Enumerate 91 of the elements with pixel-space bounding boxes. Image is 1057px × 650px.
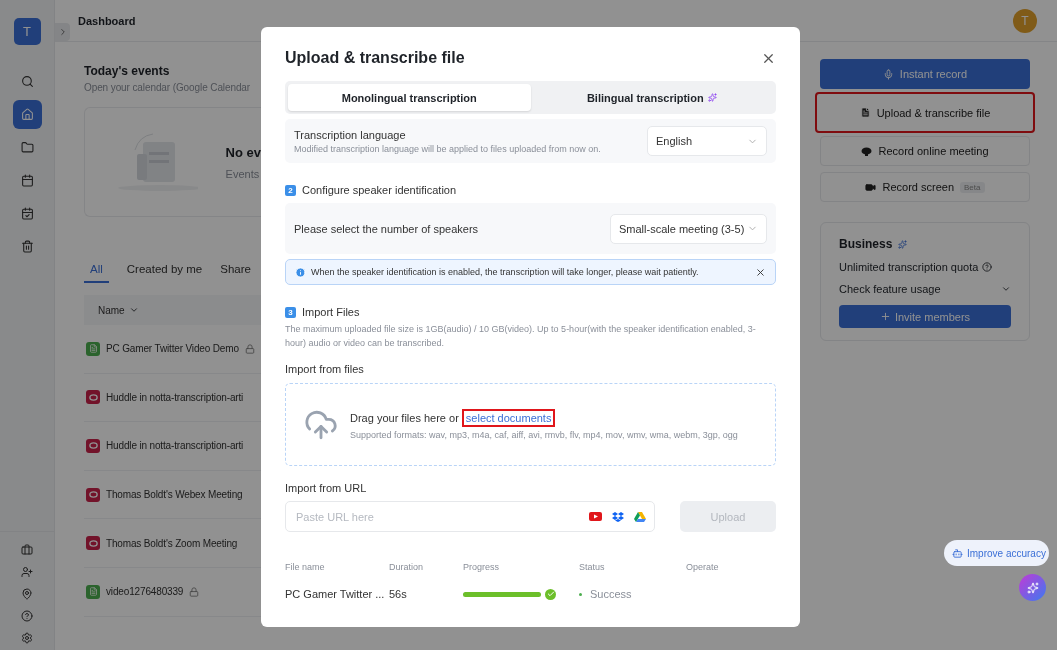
action-button[interactable]: Instant record [820,59,1030,89]
field-label: Import from URL [285,482,368,494]
select-documents-link[interactable]: select documents [461,409,556,427]
dialog-title: Upload & transcribe file [285,49,465,67]
empty-title: No ev [225,144,261,160]
drop-zone[interactable]: Drag your files here or select documents Supported formats: wav, mp3, m4a, caf, aiff, avi, rmvb, flv, mp4, mov, wmv, wma, webm, 3gp, ogg [285,383,776,466]
step-description: The maximum uploaded file size is 1GB(audio) / 10 GB(video). Up to 5-hour(with the speaker identification enabled, 3-hour) audio or video can be transcribed. [285,323,757,350]
column-header[interactable]: Name [98,304,125,316]
section-subtitle: Open your calendar (Google Calendar [84,82,252,93]
camera-icon [865,181,877,193]
filter-tab[interactable]: All [84,263,109,283]
sparkle-icon [1026,581,1039,594]
microphone-icon [882,68,894,80]
workspace-avatar[interactable]: T [13,18,41,45]
step-number: 3 [285,306,296,318]
info-icon [295,266,306,278]
close-icon[interactable] [755,266,766,278]
field-label: Transcription language [294,128,407,141]
mode-tab[interactable]: Monolingual transcription [288,84,531,111]
empty-text: Events [225,167,261,180]
column-header: Operate [686,562,720,572]
table-cell-text: 56s [389,588,408,600]
column-header: Duration [389,562,425,572]
filter-tab[interactable]: Created by me [126,263,203,283]
assistant-button[interactable] [1019,574,1046,601]
video-play-icon [589,512,602,521]
usage-link[interactable]: Check feature usage [839,283,941,295]
url-field[interactable]: Paste URL here [294,509,579,524]
meeting-icon [86,536,100,551]
column-header: File name [285,562,326,572]
search-icon [20,75,34,88]
meeting-icon [86,439,100,453]
filter-tab[interactable]: Share [220,263,251,283]
document-icon [86,341,100,356]
sidebar-item[interactable] [12,100,42,129]
action-button[interactable]: Upload & transcribe file [815,92,1035,133]
help-icon[interactable] [21,610,33,622]
document-icon [859,107,871,118]
column-header: Status [579,562,606,572]
mode-tab[interactable]: Bilingual transcription [530,84,773,111]
invite-button[interactable]: Invite members [839,305,1011,328]
calendar-icon [20,174,34,187]
plan-title: Business [839,237,893,251]
folder-icon [20,141,34,154]
document-icon [86,584,100,599]
file-name[interactable]: Thomas Boldt's Webex Meeting [106,489,243,501]
file-name[interactable]: Thomas Boldt's Zoom Meeting [106,537,238,549]
language-select[interactable]: English [647,126,767,156]
user-add-icon[interactable] [21,566,33,578]
caret-icon [128,305,139,315]
table-cell-text: PC Gamer Twitter ... [285,588,386,600]
step-title: Configure speaker identification [302,184,457,196]
file-name[interactable]: video1276480339 [106,586,184,598]
calendar-check-icon [20,207,34,220]
chevron-icon [1001,284,1011,294]
step-number: 2 [285,184,296,196]
sparkle-icon [707,93,717,102]
step-title: Import Files [302,306,360,318]
page-title: Dashboard [78,14,136,27]
box-stack-icon [612,511,624,522]
column-header: Progress [463,562,500,572]
meeting-icon [86,487,100,502]
sparkle-icon [898,239,908,249]
triangle-icon [634,511,646,522]
help-icon[interactable] [982,262,993,272]
file-name[interactable]: PC Gamer Twitter Video Demo [106,343,239,355]
field-hint: Modified transcription language will be applied to files uploaded from now on. [294,143,601,154]
section-title: Today's events [84,64,171,78]
plus-icon [879,311,891,322]
formats-text: Supported formats: wav, mp3, m4a, caf, aiff, avi, rmvb, flv, mp4, mov, wmv, wma, webm, 3gp, ogg [350,430,738,440]
field-label: Please select the number of speakers [294,222,479,235]
briefcase-icon[interactable] [21,544,33,556]
home-icon [20,108,34,121]
improve-accuracy-button[interactable]: Improve accuracy [944,540,1049,566]
file-name[interactable]: Huddle in notta-transcription-arti [106,440,244,452]
drop-text: Drag your files here or [350,412,459,424]
alert-text: When the speaker identification is enabled, the transcription will take longer, please wait patiently. [311,267,700,277]
settings-icon[interactable] [21,632,33,644]
meeting-icon [86,390,100,405]
status-dot [579,592,582,596]
url-input-group[interactable]: Paste URL here [285,501,655,532]
meeting-icon [861,146,873,156]
robot-icon [952,547,963,559]
trash-icon [20,240,34,253]
pin-icon[interactable] [21,588,33,600]
file-name[interactable]: Huddle in notta-transcription-arti [106,391,244,403]
action-button[interactable]: Record online meeting [820,136,1030,166]
quota-text: Unlimited transcription quota [839,261,979,273]
status-text: Success [590,588,632,600]
field-label: Import from files [285,363,365,375]
speaker-select[interactable]: Small-scale meeting (3-5) [610,213,767,244]
